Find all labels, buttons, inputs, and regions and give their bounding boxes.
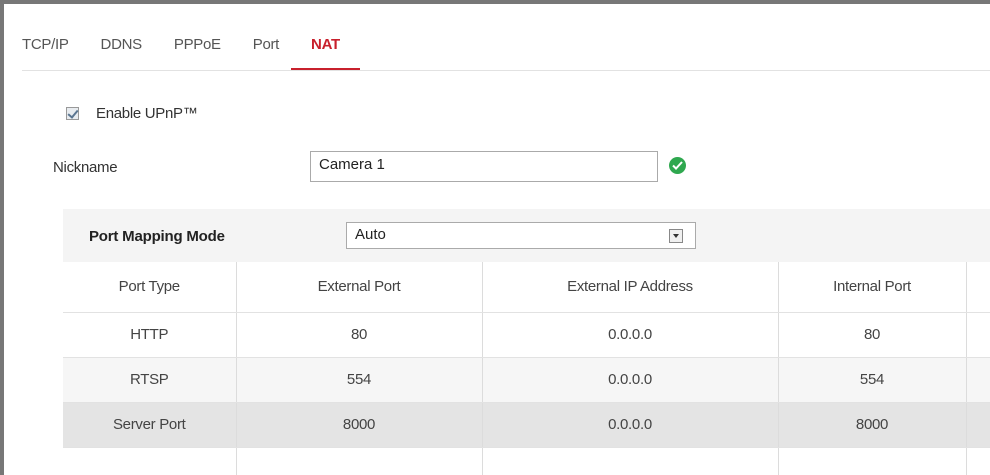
cell-external-port[interactable]: 8000 [236,402,483,448]
cell-empty [482,447,779,475]
cell-extra [966,357,990,403]
port-mapping-mode-select[interactable]: Auto [346,222,696,249]
cell-extra [966,402,990,448]
table-header-row: Port Type External Port External IP Addr… [63,262,990,313]
cell-empty [966,447,990,475]
tab-pppoe[interactable]: PPPoE [174,30,221,70]
check-circle-icon [669,157,686,174]
tab-nat[interactable]: NAT [291,30,360,70]
nickname-input[interactable]: Camera 1 [310,151,658,182]
port-mapping-mode-label: Port Mapping Mode [89,228,225,245]
port-mapping-mode-value: Auto [355,226,386,243]
cell-internal-port: 8000 [778,402,967,448]
cell-internal-port: 554 [778,357,967,403]
chevron-down-icon[interactable] [669,229,683,243]
cell-empty [63,447,237,475]
enable-upnp-label: Enable UPnP™ [96,105,198,122]
cell-port-type: HTTP [63,312,237,358]
upnp-row: Enable UPnP™ [66,105,198,122]
cell-empty [236,447,483,475]
cell-external-port[interactable]: 554 [236,357,483,403]
tab-divider [22,70,990,71]
cell-external-ip: 0.0.0.0 [482,402,779,448]
table-row: Server Port 8000 0.0.0.0 8000 [63,402,990,448]
cell-external-port[interactable]: 80 [236,312,483,358]
cell-external-ip: 0.0.0.0 [482,312,779,358]
cell-empty [778,447,967,475]
cell-port-type: RTSP [63,357,237,403]
tab-port[interactable]: Port [253,30,280,70]
tab-tcpip[interactable]: TCP/IP [22,30,69,70]
header-port-type: Port Type [63,262,237,313]
enable-upnp-checkbox[interactable] [66,107,79,120]
cell-extra [966,312,990,358]
table-row [63,447,990,475]
header-external-port: External Port [236,262,483,313]
header-external-ip: External IP Address [482,262,779,313]
table-row: RTSP 554 0.0.0.0 554 [63,357,990,403]
nickname-label: Nickname [53,159,118,176]
tab-ddns[interactable]: DDNS [101,30,143,70]
tab-bar: TCP/IP DDNS PPPoE Port NAT [22,30,392,70]
cell-port-type: Server Port [63,402,237,448]
header-extra [966,262,990,313]
cell-internal-port: 80 [778,312,967,358]
cell-external-ip: 0.0.0.0 [482,357,779,403]
port-mapping-table: Port Type External Port External IP Addr… [63,262,990,475]
table-row: HTTP 80 0.0.0.0 80 [63,312,990,358]
header-internal-port: Internal Port [778,262,967,313]
